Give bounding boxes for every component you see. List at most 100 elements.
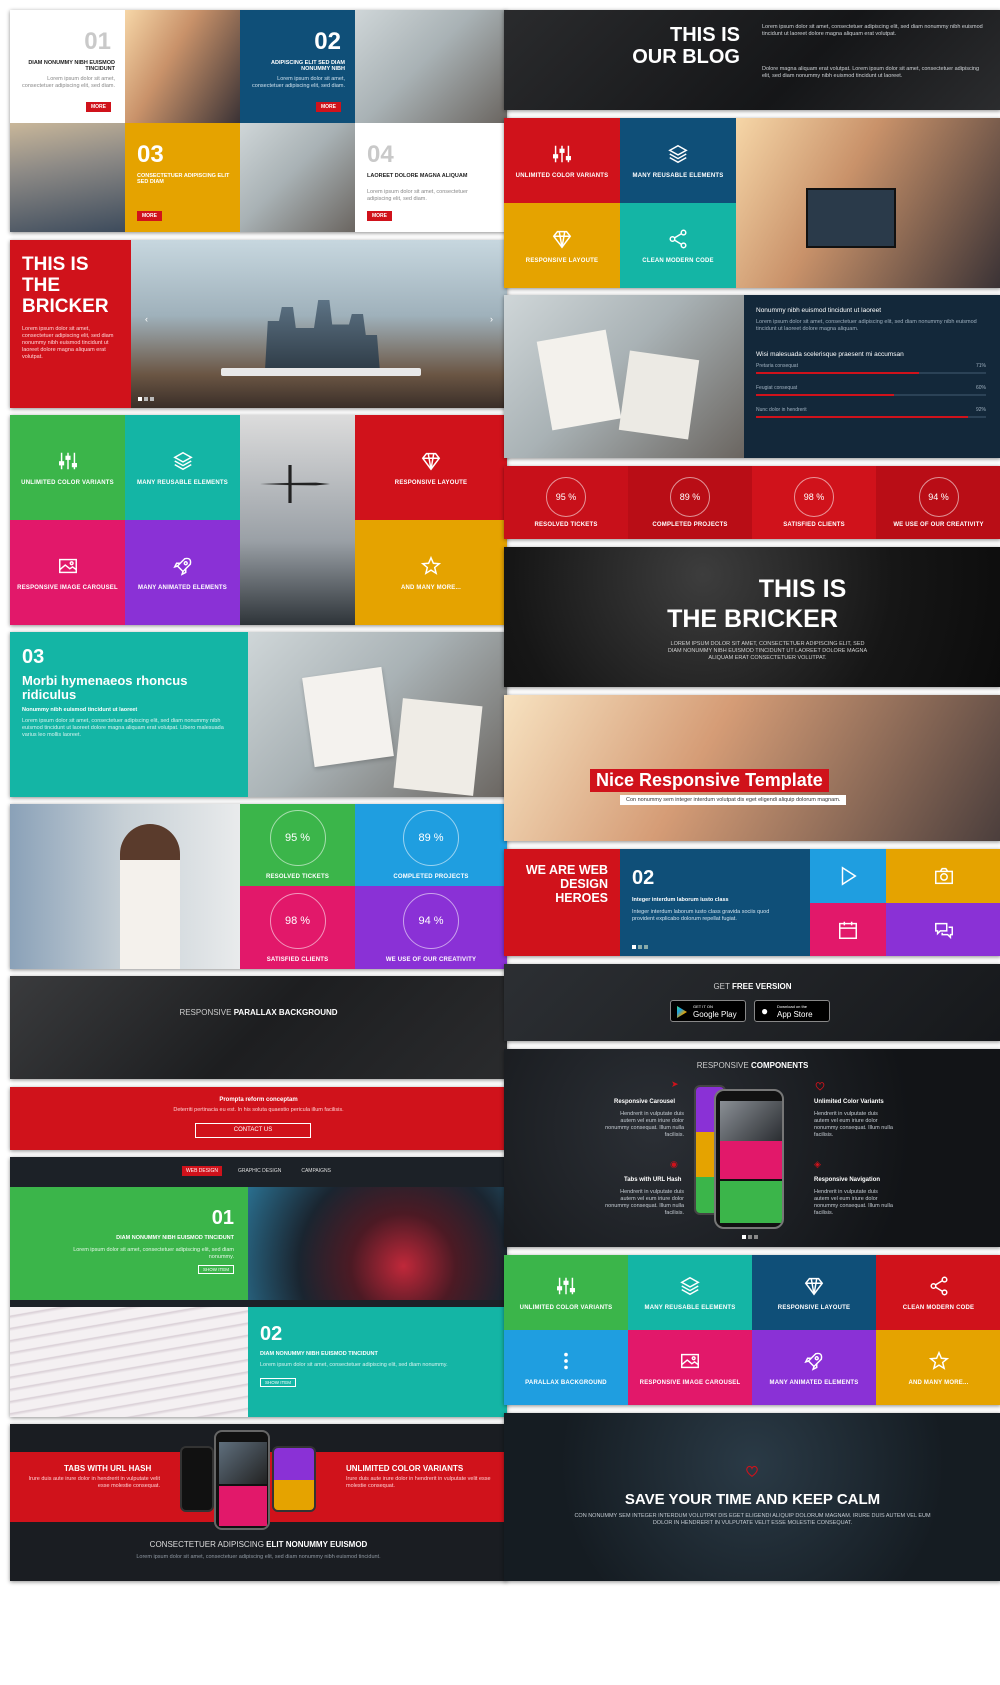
laptop-woman-photo	[240, 123, 355, 232]
feature-tile[interactable]: UNLIMITED COLOR VARIANTS	[504, 1255, 628, 1330]
grid-item-3[interactable]: 03 CONSECTETUER ADIPISCING ELIT SED DIAM…	[125, 123, 240, 232]
feature-tile[interactable]: MANY REUSABLE ELEMENTS	[628, 1255, 752, 1330]
grid-item-1[interactable]: 01 DIAM NONUMMY NIBH EUISMOD TINCIDUNT L…	[10, 10, 125, 123]
calm-title: SAVE YOUR TIME AND KEEP CALM	[624, 1491, 881, 1508]
feature-tile[interactable]: MANY REUSABLE ELEMENTS	[620, 118, 736, 203]
stat-tile: 94 % WE USE OF OUR CREATIVITY	[876, 466, 1000, 539]
sliders-icon	[57, 450, 79, 472]
more-button[interactable]: MORE	[137, 211, 162, 221]
play-icon	[841, 866, 857, 886]
slider-dots[interactable]	[742, 1235, 758, 1239]
feature-tile[interactable]: RESPONSIVE IMAGE CAROUSEL	[628, 1330, 752, 1405]
bricker-title: THIS IS THE BRICKER	[22, 254, 109, 317]
stat-label: RESOLVED TICKETS	[265, 874, 330, 880]
camera-tile[interactable]	[886, 849, 1000, 903]
grid-title: CONSECTETUER ADIPISCING ELIT SED DIAM	[137, 173, 230, 185]
show-item-button[interactable]: SHOW ITEM	[260, 1378, 296, 1387]
article-text: Lorem ipsum dolor sit amet, consectetuer…	[22, 718, 224, 738]
feature-label: UNLIMITED COLOR VARIANTS	[515, 172, 609, 179]
feature-label: RESPONSIVE LAYOUTE	[777, 1304, 851, 1311]
feature-tile[interactable]: MANY ANIMATED ELEMENTS	[125, 520, 240, 625]
feature-tile[interactable]: AND MANY MORE...	[876, 1330, 1000, 1405]
rocket-icon	[172, 555, 194, 577]
rocket-icon	[803, 1350, 825, 1372]
stat-circle: 95 %	[546, 477, 586, 517]
tab-bar: WEB DESIGN GRAPHIC DESIGN CAMPAIGNS	[10, 1166, 507, 1176]
feature-label: PARALLAX BACKGROUND	[525, 1379, 607, 1386]
feature-tile[interactable]: UNLIMITED COLOR VARIANTS	[504, 118, 620, 203]
stat-tile: 98 % SATISFIED CLIENTS	[240, 886, 355, 969]
progress-fill	[756, 394, 894, 396]
components-panel: RESPONSIVE COMPONENTS ➤ Responsive Carou…	[504, 1049, 1000, 1247]
phone-mockup-left	[180, 1446, 214, 1512]
feature-tile[interactable]: RESPONSIVE LAYOUTE	[355, 415, 507, 520]
component-text: Hendrerit in vulputate duis autem vel eu…	[814, 1111, 893, 1138]
component-text: Hendrerit in vulputate duis autem vel eu…	[605, 1189, 684, 1216]
stat-circle: 89 %	[670, 477, 710, 517]
layers-icon	[679, 1275, 701, 1297]
feature-tile[interactable]: RESPONSIVE LAYOUTE	[752, 1255, 876, 1330]
app-strong: FREE VERSION	[731, 982, 792, 991]
bricker-caption: THIS IS THE BRICKER Lorem ipsum dolor si…	[10, 240, 131, 408]
feature-tile[interactable]: MANY REUSABLE ELEMENTS	[125, 415, 240, 520]
image-icon	[57, 555, 79, 577]
skills-panel: Nonummy nibh euismod tincidunt ut laoree…	[504, 295, 1000, 458]
feature-tile[interactable]: PARALLAX BACKGROUND	[504, 1330, 628, 1405]
more-button[interactable]: MORE	[316, 102, 341, 112]
tab-web-design[interactable]: WEB DESIGN	[182, 1166, 222, 1176]
more-button[interactable]: MORE	[367, 211, 392, 221]
star-icon	[420, 555, 442, 577]
feature-tile[interactable]: AND MANY MORE...	[355, 520, 507, 625]
location-icon: ◉	[670, 1159, 678, 1169]
stats-panel: 95 % RESOLVED TICKETS 89 % COMPLETED PROJE…	[504, 466, 1000, 539]
bottom-prefix: CONSECTETUER ADIPISCING	[149, 1540, 267, 1549]
feature-tile[interactable]: UNLIMITED COLOR VARIANTS	[10, 415, 125, 520]
prev-arrow-icon[interactable]: ‹	[145, 314, 148, 324]
components-prefix: RESPONSIVE	[696, 1061, 751, 1070]
play-tile[interactable]	[810, 849, 886, 903]
feature-label: MANY ANIMATED ELEMENTS	[769, 1379, 859, 1386]
app-download-panel: GET FREE VERSION GET IT ON Google Play ●…	[504, 964, 1000, 1041]
tab-graphic-design[interactable]: GRAPHIC DESIGN	[234, 1166, 285, 1176]
slider-dots[interactable]	[138, 397, 154, 401]
google-play-button[interactable]: GET IT ON Google Play	[670, 1000, 746, 1022]
calendar-tile[interactable]	[810, 903, 886, 956]
tablet-shape	[221, 368, 421, 376]
contact-us-button[interactable]: CONTACT US	[195, 1123, 311, 1138]
more-button[interactable]: MORE	[86, 102, 111, 112]
feature-tile[interactable]: MANY ANIMATED ELEMENTS	[752, 1330, 876, 1405]
heroes-text: Integer interdum laborum iusto class gra…	[632, 909, 770, 922]
feature-tile[interactable]: RESPONSIVE IMAGE CAROUSEL	[10, 520, 125, 625]
show-item-button[interactable]: SHOW ITEM	[198, 1265, 234, 1274]
bottom-strong: ELIT NONUMMY EUISMOD	[266, 1540, 368, 1549]
slider-dots[interactable]	[632, 945, 648, 949]
feature-label: MANY REUSABLE ELEMENTS	[644, 1304, 736, 1311]
chat-tile[interactable]	[886, 903, 1000, 956]
tab-campaigns[interactable]: CAMPAIGNS	[297, 1166, 335, 1176]
layers-icon	[172, 450, 194, 472]
row-text: Lorem ipsum dolor sit amet, consectetuer…	[73, 1247, 234, 1260]
guitar-photo	[125, 10, 240, 123]
office-team-photo	[736, 118, 1000, 288]
components-strong: COMPONENTS	[750, 1061, 809, 1070]
feature-tile[interactable]: RESPONSIVE LAYOUTE	[504, 203, 620, 288]
stat-circle: 95 %	[269, 810, 326, 866]
feature-label: AND MANY MORE...	[908, 1379, 969, 1386]
car-photo	[248, 1187, 507, 1300]
app-store-button[interactable]: ● Download on the App Store	[754, 1000, 830, 1022]
feature-label: MANY REUSABLE ELEMENTS	[137, 479, 228, 486]
feature-label: UNLIMITED COLOR VARIANTS	[519, 1304, 613, 1311]
feature-tile[interactable]: CLEAN MODERN CODE	[876, 1255, 1000, 1330]
grid-item-4[interactable]: 04 LAOREET DOLORE MAGNA ALIQUAM Lorem ip…	[355, 123, 507, 232]
heroes-number: 02	[632, 867, 655, 889]
feature-label: RESPONSIVE IMAGE CAROUSEL	[17, 584, 118, 591]
next-arrow-icon[interactable]: ›	[490, 314, 493, 324]
phones-right-text: Irure duis aute irure dolor in hendrerit…	[346, 1476, 491, 1489]
progress-value: 60%	[975, 385, 986, 391]
nice-text: Con nonummy sem integer interdum volutpa…	[620, 795, 847, 805]
grid-item-2[interactable]: 02 ADIPISCING ELIT SED DIAM NONUMMY NIBH…	[240, 10, 355, 123]
paper-stack-photo	[10, 1307, 248, 1417]
calm-text: CON NONUMMY SEM INTEGER INTERDUM VOLUTPA…	[574, 1513, 931, 1526]
article-title: Morbi hymenaeos rhoncus ridiculus	[22, 673, 188, 702]
feature-tile[interactable]: CLEAN MODERN CODE	[620, 203, 736, 288]
